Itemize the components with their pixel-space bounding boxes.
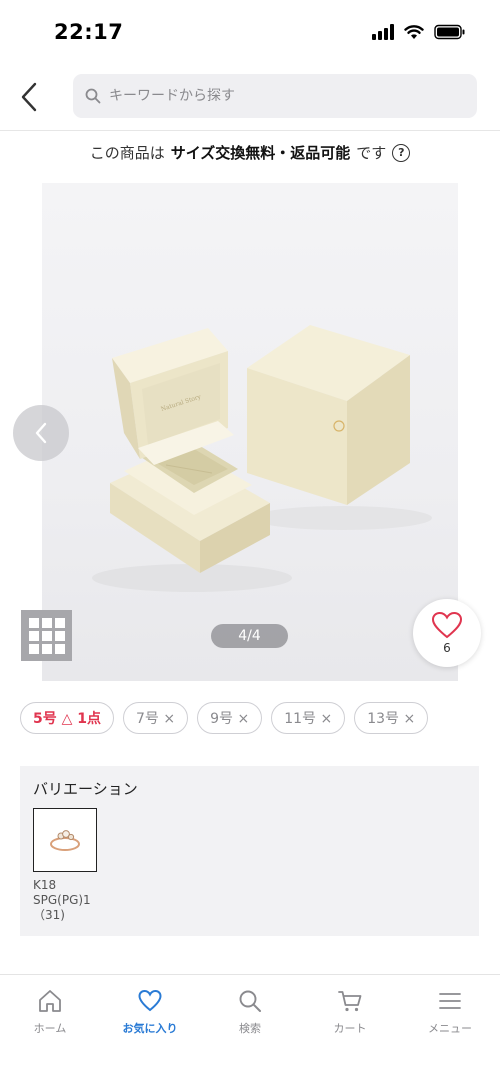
previous-image-button[interactable] (13, 405, 69, 461)
heart-icon (138, 989, 162, 1012)
image-counter: 4/4 (211, 624, 288, 648)
search-bar[interactable] (73, 74, 477, 118)
search-input[interactable] (107, 87, 451, 105)
variation-thumbnail[interactable] (33, 808, 97, 872)
cart-icon (338, 991, 362, 1012)
tab-bar: ホーム お気に入り 検索 カート メニュー (0, 974, 500, 1081)
tab-home[interactable]: ホーム (0, 975, 100, 1081)
size-chip[interactable]: 11号 × (271, 702, 346, 734)
size-chip[interactable]: 13号 × (354, 702, 429, 734)
chevron-left-icon (35, 422, 47, 444)
tab-label: お気に入り (122, 1022, 178, 1035)
favorite-count: 6 (443, 641, 451, 655)
tab-label: カート (333, 1022, 367, 1035)
back-button[interactable] (14, 80, 44, 114)
notice-highlight: サイズ交換無料・返品可能 (170, 144, 351, 162)
help-icon[interactable]: ? (392, 143, 411, 162)
ring-thumbnail-icon (50, 830, 80, 851)
ring-box-illustration: Natural Story (92, 325, 432, 592)
search-icon (85, 88, 101, 104)
menu-icon (439, 993, 461, 1009)
variation-title: バリエーション (33, 780, 138, 798)
header (0, 66, 500, 131)
heart-icon (431, 611, 463, 639)
product-image[interactable]: Natural Story (42, 183, 458, 681)
tab-favorites[interactable]: お気に入り (100, 975, 200, 1081)
variation-label: K18 SPG(PG)1（31) (33, 878, 91, 922)
variation-panel: バリエーション K18 SPG(PG)1（31) (20, 766, 479, 936)
search-icon (239, 990, 261, 1012)
favorite-button[interactable]: 6 (413, 599, 481, 667)
section-heading-cutoff (20, 960, 28, 974)
battery-icon (434, 24, 465, 40)
notice-prefix: この商品は (89, 144, 165, 162)
size-chip[interactable]: 7号 × (123, 702, 189, 734)
notice-suffix: です (356, 144, 387, 162)
cellular-signal-icon (372, 24, 394, 40)
tab-label: 検索 (239, 1022, 261, 1035)
tab-label: メニュー (428, 1022, 472, 1035)
status-icons (372, 24, 466, 40)
clock: 22:17 (54, 20, 124, 44)
size-chip[interactable]: 9号 × (197, 702, 263, 734)
tab-search[interactable]: 検索 (200, 975, 300, 1081)
size-chip[interactable]: 5号 △ 1点 (20, 702, 114, 734)
return-notice: この商品は サイズ交換無料・返品可能 です ? (0, 142, 500, 163)
home-icon (39, 990, 61, 1012)
tab-label: ホーム (33, 1022, 67, 1035)
grid-view-button[interactable] (21, 610, 72, 661)
size-selector: 5号 △ 1点 7号 × 9号 × 11号 × 13号 × (20, 702, 429, 734)
tab-menu[interactable]: メニュー (400, 975, 500, 1081)
status-bar: 22:17 (0, 0, 500, 66)
tab-cart[interactable]: カート (300, 975, 400, 1081)
wifi-icon (404, 25, 424, 39)
chevron-left-icon (21, 82, 37, 112)
